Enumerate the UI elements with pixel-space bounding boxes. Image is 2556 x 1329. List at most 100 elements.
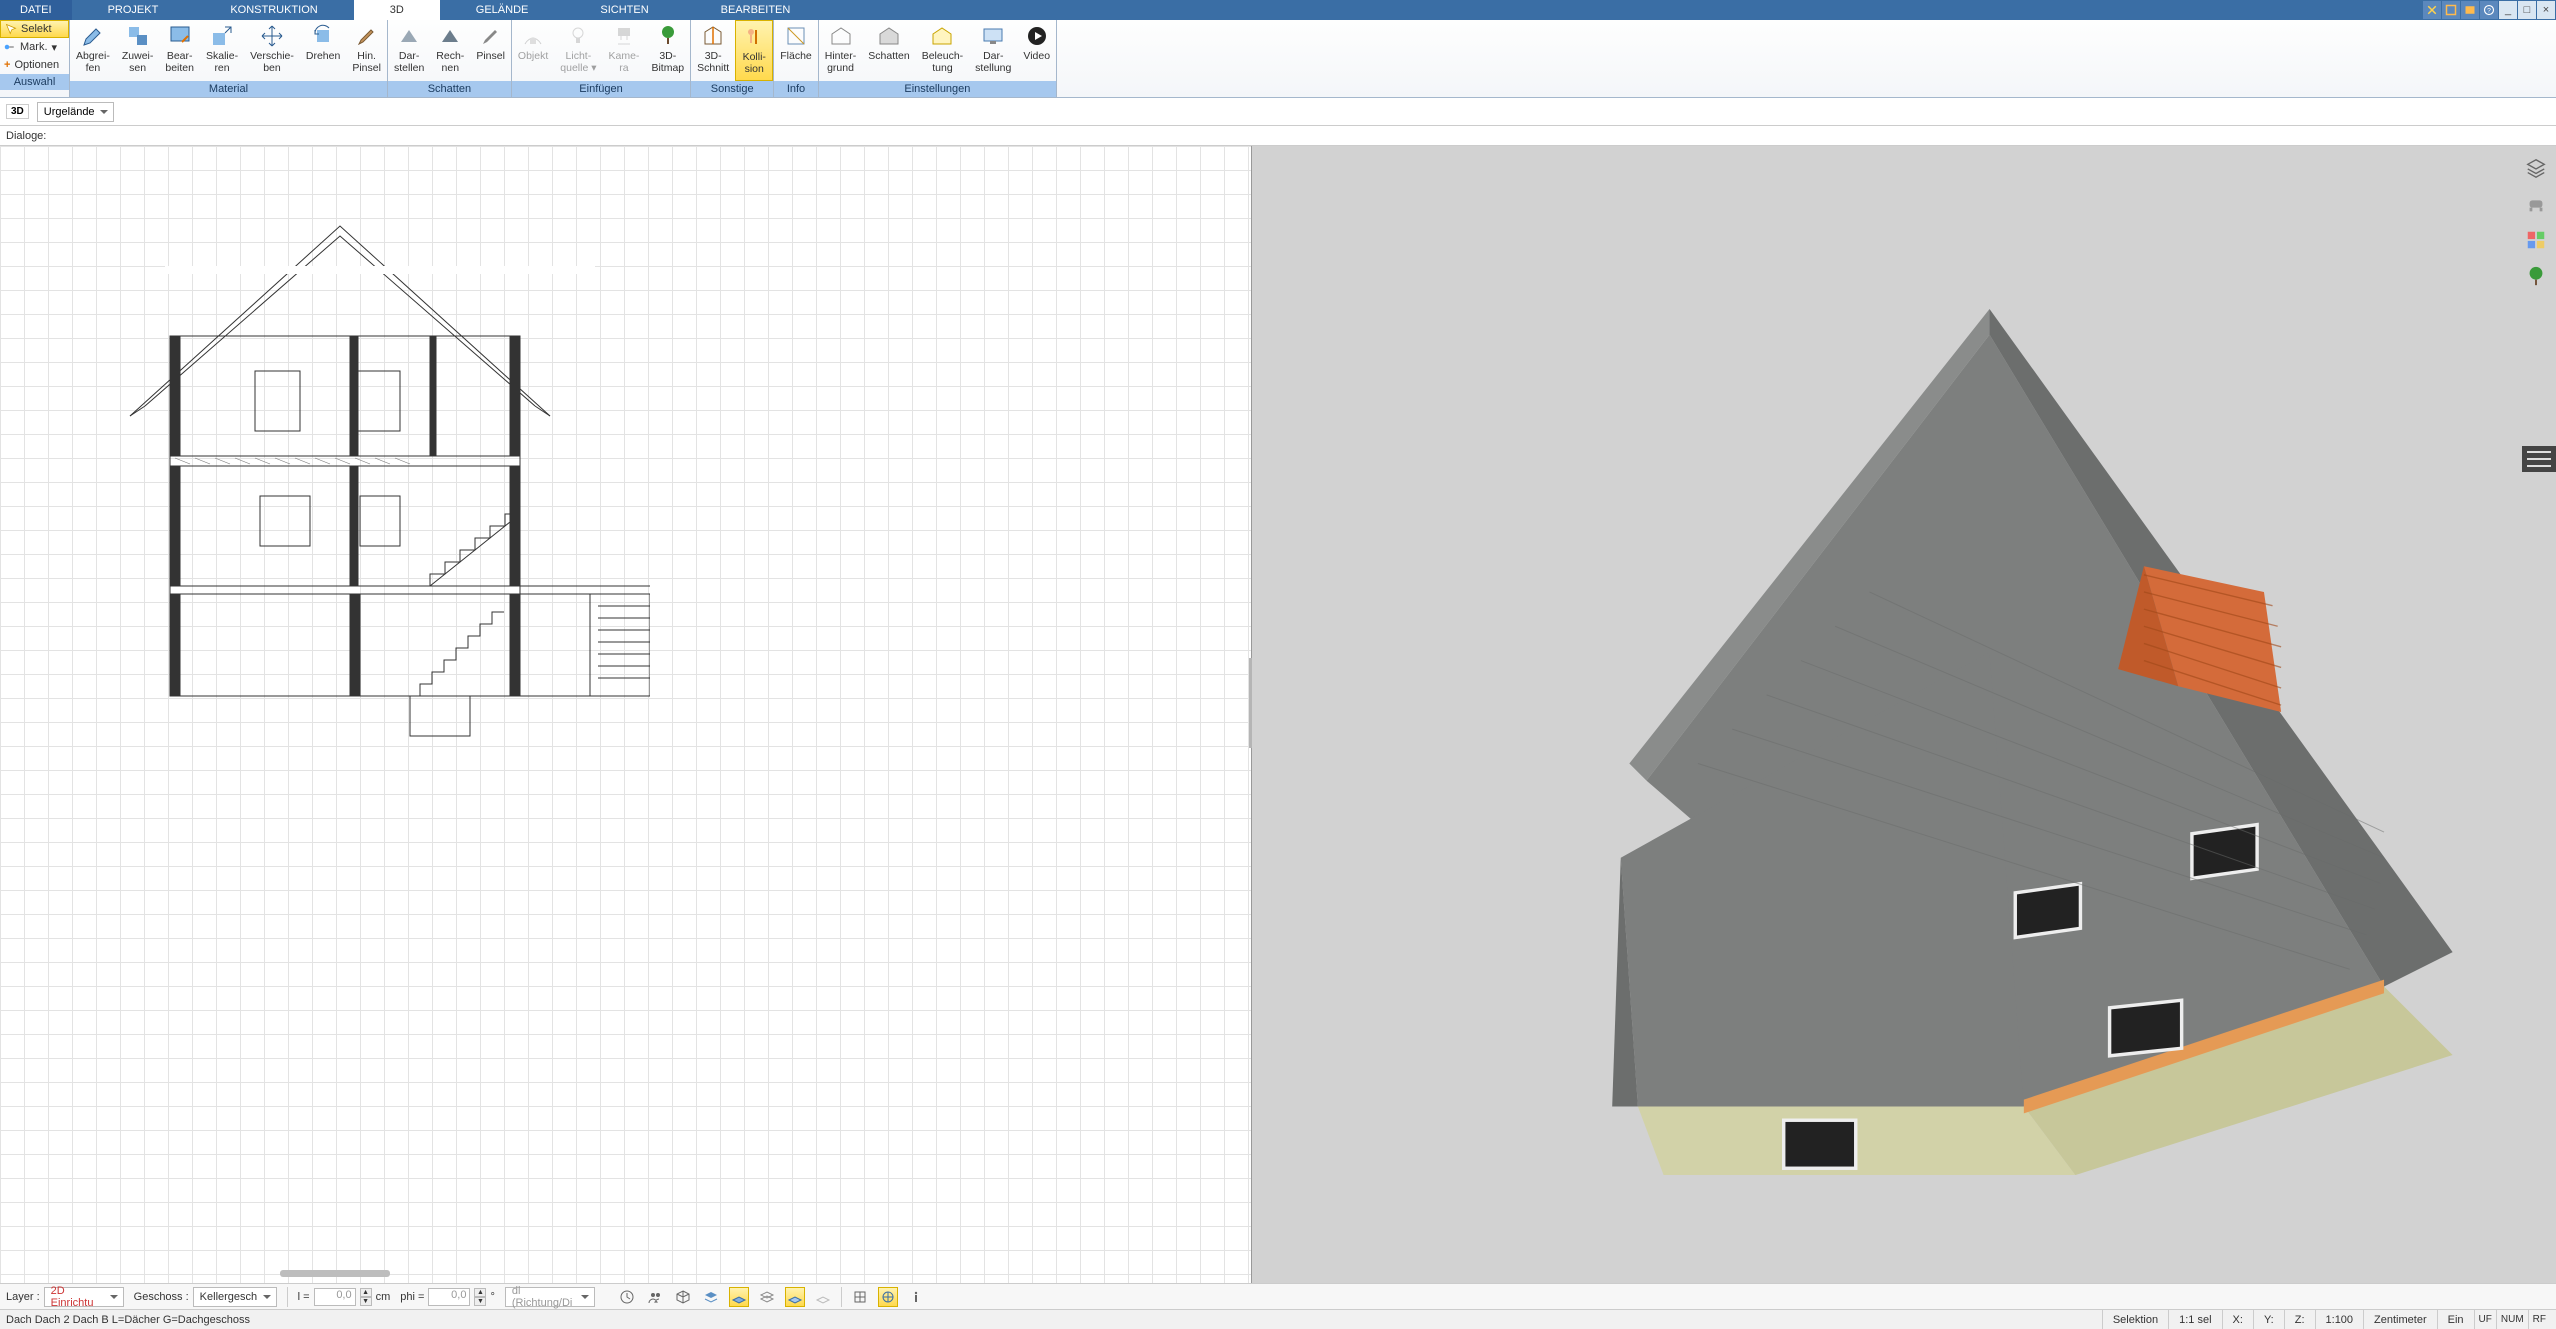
cube-icon[interactable] — [673, 1287, 693, 1307]
l-unit: cm — [376, 1291, 391, 1303]
mark-button[interactable]: Mark.▾ — [0, 38, 69, 56]
l-label: l = — [298, 1291, 310, 1303]
3d-schnitt-button[interactable]: 3D- Schnitt — [691, 20, 735, 81]
group-einstellungen-title: Einstellungen — [819, 81, 1056, 97]
menu-bar: DATEI PROJEKT KONSTRUKTION 3D GELÄNDE SI… — [0, 0, 2556, 20]
info-icon[interactable] — [906, 1287, 926, 1307]
group-einfuegen-title: Einfügen — [512, 81, 690, 97]
terrain-combo[interactable]: Urgelände — [37, 102, 114, 122]
help-icon[interactable]: ? — [2480, 1, 2498, 19]
bearbeiten-button[interactable]: Bear- beiten — [159, 20, 200, 81]
status-x: X: — [2222, 1310, 2253, 1329]
skalieren-button[interactable]: Skalie- ren — [200, 20, 244, 81]
maximize-icon[interactable]: □ — [2518, 1, 2536, 19]
pinsel-button[interactable]: Pinsel — [470, 20, 511, 81]
l-spinner[interactable]: ▲▼ — [360, 1288, 372, 1306]
tool-icon-3[interactable] — [2461, 1, 2479, 19]
group-schatten-title: Schatten — [388, 81, 511, 97]
lichtquelle-button[interactable]: Licht- quelle ▾ — [554, 20, 602, 81]
kollision-button[interactable]: Kolli- sion — [735, 20, 773, 81]
view-bar: 3D Urgelände — [0, 98, 2556, 126]
beleuchtung-button[interactable]: Beleuch- tung — [916, 20, 969, 81]
phi-label: phi = — [400, 1291, 424, 1303]
tab-konstruktion[interactable]: KONSTRUKTION — [194, 0, 353, 20]
drehen-button[interactable]: Drehen — [300, 20, 346, 81]
plane-off-icon[interactable] — [813, 1287, 833, 1307]
hin-pinsel-button[interactable]: Hin. Pinsel — [346, 20, 387, 81]
status-ein: Ein — [2437, 1310, 2474, 1329]
house-section-drawing — [50, 186, 650, 746]
status-unit: Zentimeter — [2363, 1310, 2437, 1329]
hintergrund-button[interactable]: Hinter- grund — [819, 20, 863, 81]
status-num: NUM — [2496, 1310, 2528, 1329]
2d-viewport[interactable] — [0, 146, 1252, 1283]
tab-bearbeiten[interactable]: BEARBEITEN — [685, 0, 827, 20]
schatten-einst-button[interactable]: Schatten — [862, 20, 915, 81]
layer-label: Layer : — [6, 1291, 40, 1303]
close-icon[interactable]: × — [2537, 1, 2555, 19]
users-icon[interactable] — [645, 1287, 665, 1307]
plants-icon[interactable] — [2524, 264, 2548, 288]
snap-icon[interactable] — [878, 1287, 898, 1307]
tool-icon-1[interactable] — [2423, 1, 2441, 19]
flaeche-button[interactable]: Fläche — [774, 20, 818, 81]
layers-flat-icon[interactable] — [701, 1287, 721, 1307]
3d-bitmap-button[interactable]: 3D- Bitmap — [645, 20, 690, 81]
status-z: Z: — [2284, 1310, 2315, 1329]
video-button[interactable]: Video — [1017, 20, 1056, 81]
geschoss-label: Geschoss : — [134, 1291, 189, 1303]
status-y: Y: — [2253, 1310, 2284, 1329]
darstellung-button[interactable]: Dar- stellung — [969, 20, 1017, 81]
tab-sichten[interactable]: SICHTEN — [564, 0, 684, 20]
darstellen-button[interactable]: Dar- stellen — [388, 20, 430, 81]
phi-spinner[interactable]: ▲▼ — [474, 1288, 486, 1306]
layer-combo[interactable]: 2D Einrichtu — [44, 1287, 124, 1307]
layers-icon[interactable] — [2524, 156, 2548, 180]
status-bar: Dach Dach 2 Dach B L=Dächer G=Dachgescho… — [0, 1309, 2556, 1329]
l-input[interactable]: 0,0 — [314, 1288, 356, 1306]
tab-3d[interactable]: 3D — [354, 0, 440, 20]
params-bar: Layer : 2D Einrichtu Geschoss : Kellerge… — [0, 1283, 2556, 1309]
dl-combo[interactable]: dl (Richtung/Di — [505, 1287, 595, 1307]
status-rf: RF — [2528, 1310, 2550, 1329]
tab-projekt[interactable]: PROJEKT — [72, 0, 195, 20]
tool-icon-2[interactable] — [2442, 1, 2460, 19]
minimize-icon[interactable]: _ — [2499, 1, 2517, 19]
dialog-bar: Dialoge: — [0, 126, 2556, 146]
right-panel-toggle[interactable] — [2522, 446, 2556, 472]
zuweisen-button[interactable]: Zuwei- sen — [116, 20, 160, 81]
ribbon: Selekt Mark.▾ + Optionen Auswahl Abgrei-… — [0, 20, 2556, 98]
status-scale: 1:100 — [2315, 1310, 2364, 1329]
optionen-button[interactable]: + Optionen — [0, 56, 69, 74]
plane-stack-icon[interactable] — [757, 1287, 777, 1307]
3d-viewport[interactable] — [1252, 146, 2556, 1283]
kamera-button[interactable]: Kame- ra — [603, 20, 646, 81]
tab-gelaende[interactable]: GELÄNDE — [440, 0, 565, 20]
grid-icon[interactable] — [850, 1287, 870, 1307]
clock-icon[interactable] — [617, 1287, 637, 1307]
tab-datei[interactable]: DATEI — [0, 0, 72, 20]
materials-icon[interactable] — [2524, 228, 2548, 252]
rechnen-button[interactable]: Rech- nen — [430, 20, 470, 81]
verschieben-button[interactable]: Verschie- ben — [244, 20, 300, 81]
view-mode-badge: 3D — [6, 104, 29, 119]
abgreifen-button[interactable]: Abgrei- fen — [70, 20, 116, 81]
3d-render — [1252, 146, 2556, 1175]
horizontal-scrollbar[interactable] — [280, 1270, 390, 1277]
status-left-text: Dach Dach 2 Dach B L=Dächer G=Dachgescho… — [6, 1314, 250, 1326]
plane-z-icon[interactable] — [785, 1287, 805, 1307]
svg-text:?: ? — [2487, 7, 2491, 14]
plane-xy-icon[interactable] — [729, 1287, 749, 1307]
group-auswahl-title: Auswahl — [0, 74, 69, 90]
selekt-button[interactable]: Selekt — [0, 20, 69, 38]
right-toolbar — [2520, 156, 2552, 288]
status-selektion: Selektion — [2102, 1310, 2168, 1329]
geschoss-combo[interactable]: Kellergesch — [193, 1287, 277, 1307]
objekt-button[interactable]: Objekt — [512, 20, 554, 81]
main-area — [0, 146, 2556, 1283]
group-info-title: Info — [774, 81, 818, 97]
phi-unit: ° — [490, 1291, 494, 1303]
furniture-icon[interactable] — [2524, 192, 2548, 216]
phi-input[interactable]: 0,0 — [428, 1288, 470, 1306]
status-uf: UF — [2474, 1310, 2496, 1329]
